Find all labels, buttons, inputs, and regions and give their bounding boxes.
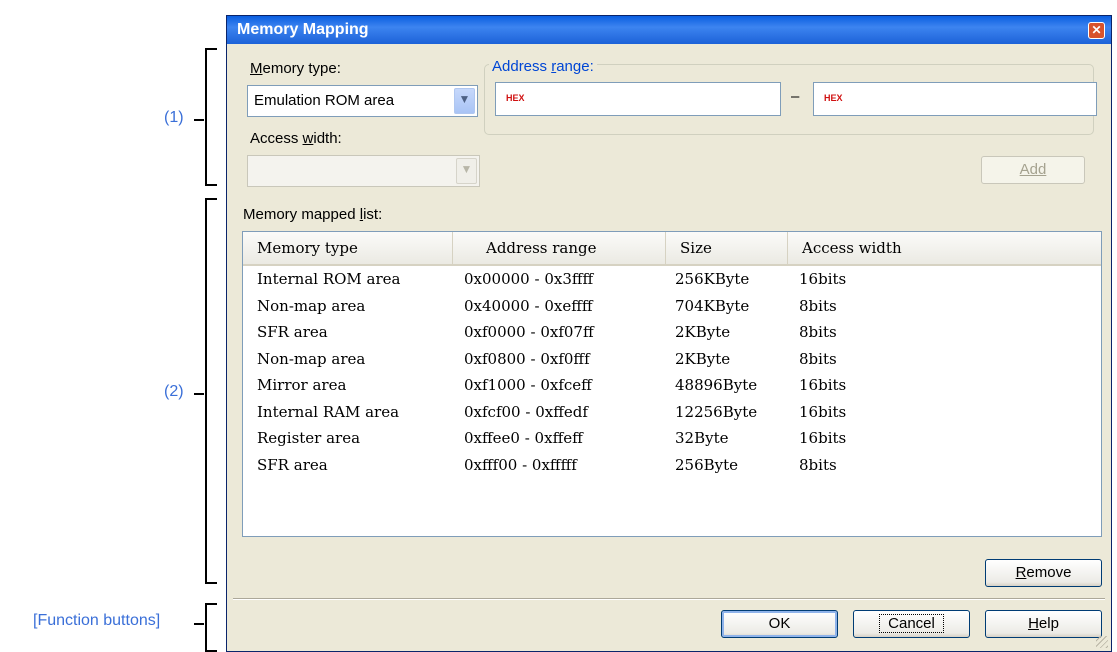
memory-mapping-dialog: Memory Mapping ✕ Memory type: Emulation … xyxy=(226,15,1112,652)
cell-access-width: 16bits xyxy=(799,429,847,447)
cell-size: 256Byte xyxy=(675,455,739,474)
cell-memory-type: Non-map area xyxy=(257,349,366,368)
table-row[interactable]: Internal ROM area 0x00000 - 0x3ffff 256KBy… xyxy=(243,266,1101,293)
annotation-2-bracket xyxy=(205,198,217,584)
cell-size: 704KByte xyxy=(675,296,750,315)
cell-memory-type: Internal RAM area xyxy=(257,402,400,421)
column-header-address-range[interactable]: Address range xyxy=(453,232,666,264)
ok-button[interactable]: OK xyxy=(721,610,838,638)
range-dash: – xyxy=(791,88,800,105)
hex-indicator: HEX xyxy=(506,93,525,103)
address-range-end-input[interactable]: HEX xyxy=(813,82,1097,116)
cell-size: 32Byte xyxy=(675,429,729,447)
cell-access-width: 8bits xyxy=(799,323,837,341)
annotation-fn-bracket xyxy=(205,603,217,652)
memory-mapped-list[interactable]: Memory type Address range Size Access wi… xyxy=(242,231,1102,537)
dialog-title: Memory Mapping xyxy=(237,21,369,38)
chevron-down-icon[interactable]: ▼ xyxy=(454,88,475,114)
memory-type-select[interactable]: Emulation ROM area ▼ xyxy=(247,85,478,117)
cell-address-range: 0xf1000 - 0xfceff xyxy=(464,376,592,394)
cell-address-range: 0xffee0 - 0xffeff xyxy=(464,429,583,447)
table-row[interactable]: Non-map area 0xf0800 - 0xf0fff 2KByte 8bits xyxy=(243,346,1101,373)
cell-access-width: 8bits xyxy=(799,349,837,368)
column-header-access-width[interactable]: Access width xyxy=(788,232,948,264)
cell-memory-type: Register area xyxy=(257,429,361,447)
cell-address-range: 0x40000 - 0xeffff xyxy=(464,296,593,315)
separator xyxy=(233,598,1105,600)
cell-address-range: 0xfff00 - 0xfffff xyxy=(464,455,577,474)
cell-size: 12256Byte xyxy=(675,402,758,421)
access-width-select[interactable]: ▼ xyxy=(247,155,480,187)
resize-grip[interactable] xyxy=(1096,636,1108,648)
chevron-down-icon[interactable]: ▼ xyxy=(456,158,477,184)
cell-size: 48896Byte xyxy=(675,376,758,394)
cancel-button[interactable]: Cancel xyxy=(853,610,970,638)
cell-memory-type: Internal ROM area xyxy=(257,270,401,288)
cell-address-range: 0xfcf00 - 0xffedf xyxy=(464,402,588,421)
table-row[interactable]: Internal RAM area 0xfcf00 - 0xffedf 12256B… xyxy=(243,399,1101,426)
annotation-function-buttons: [Function buttons] xyxy=(33,612,161,629)
cell-memory-type: SFR area xyxy=(257,455,328,474)
cell-address-range: 0xf0800 - 0xf0fff xyxy=(464,349,590,368)
annotation-1-tick xyxy=(194,119,204,121)
hex-indicator: HEX xyxy=(824,93,843,103)
column-header-size[interactable]: Size xyxy=(666,232,788,264)
cell-address-range: 0x00000 - 0x3ffff xyxy=(464,270,594,288)
address-range-label: Address range: xyxy=(489,58,597,75)
annotation-fn-tick xyxy=(194,623,204,625)
address-range-start-input[interactable]: HEX xyxy=(495,82,781,116)
help-button[interactable]: Help xyxy=(985,610,1102,638)
add-button[interactable]: Add xyxy=(981,156,1085,184)
cell-access-width: 8bits xyxy=(799,455,837,474)
cell-memory-type: SFR area xyxy=(257,323,328,341)
cell-access-width: 8bits xyxy=(799,296,837,315)
annotation-2: (2) xyxy=(164,383,184,400)
cell-access-width: 16bits xyxy=(799,402,847,421)
table-row[interactable]: SFR area 0xfff00 - 0xfffff 256Byte 8bits xyxy=(243,452,1101,479)
cell-access-width: 16bits xyxy=(799,376,847,394)
cell-size: 2KByte xyxy=(675,349,731,368)
table-row[interactable]: Non-map area 0x40000 - 0xeffff 704KByte 8bi… xyxy=(243,293,1101,320)
access-width-label: Access width: xyxy=(250,130,342,147)
memory-mapped-list-label: Memory mapped list: xyxy=(243,206,383,223)
list-header: Memory type Address range Size Access wi… xyxy=(243,232,1101,266)
annotation-2-tick xyxy=(194,393,204,395)
remove-button[interactable]: Remove xyxy=(985,559,1102,587)
table-row[interactable]: Mirror area 0xf1000 - 0xfceff 48896Byte 16b… xyxy=(243,372,1101,399)
cell-memory-type: Non-map area xyxy=(257,296,366,315)
memory-type-value: Emulation ROM area xyxy=(254,92,395,109)
cell-access-width: 16bits xyxy=(799,270,847,288)
annotation-1-bracket xyxy=(205,48,217,186)
table-row[interactable]: Register area 0xffee0 - 0xffeff 32Byte 16bi… xyxy=(243,425,1101,452)
column-header-memory-type[interactable]: Memory type xyxy=(243,232,453,264)
close-icon[interactable]: ✕ xyxy=(1088,22,1105,39)
cell-memory-type: Mirror area xyxy=(257,376,347,394)
title-bar[interactable]: Memory Mapping ✕ xyxy=(227,16,1111,44)
memory-type-label: Memory type: xyxy=(250,60,341,77)
annotation-1: (1) xyxy=(164,109,184,126)
table-row[interactable]: SFR area 0xf0000 - 0xf07ff 2KByte 8bits xyxy=(243,319,1101,346)
cell-size: 256KByte xyxy=(675,270,750,288)
cell-size: 2KByte xyxy=(675,323,731,341)
cell-address-range: 0xf0000 - 0xf07ff xyxy=(464,323,594,341)
